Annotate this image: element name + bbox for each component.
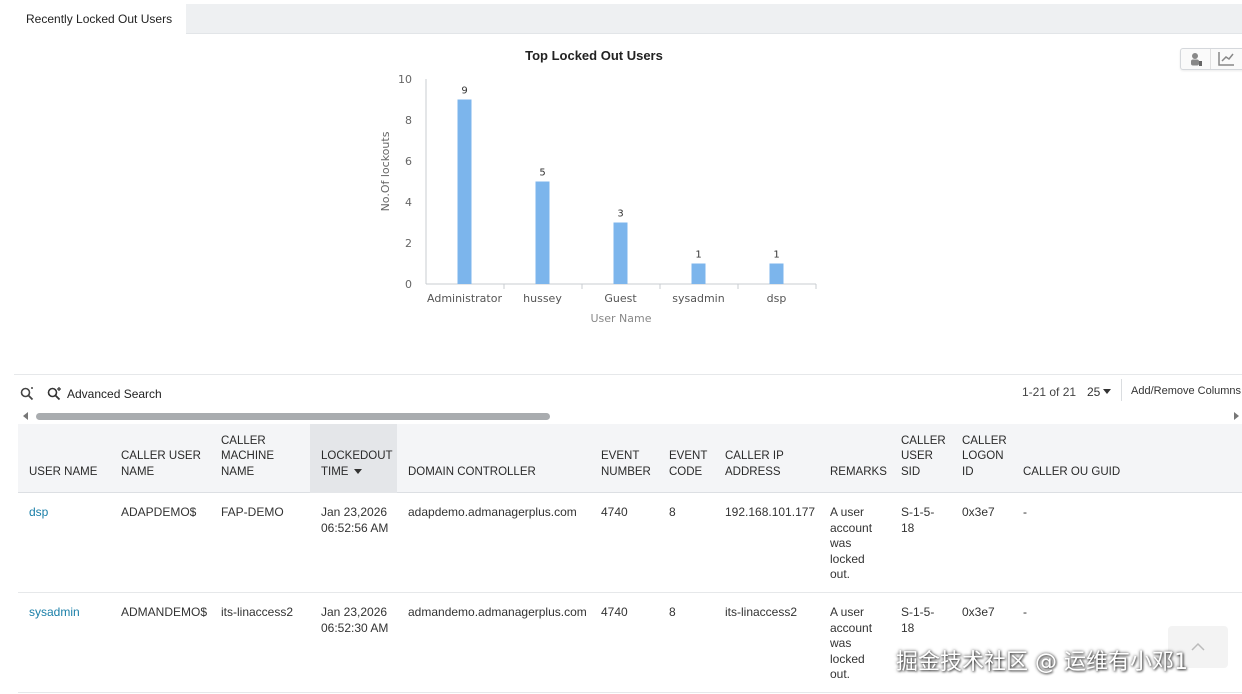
caller-ou-guid-cell: - (1023, 505, 1027, 519)
caller-ip-cell: 192.168.101.177 (725, 505, 816, 519)
column-header-event-number[interactable]: EVENT NUMBER (591, 424, 659, 493)
y-tick-label: 0 (405, 278, 412, 291)
bar-sysadmin (691, 263, 706, 284)
y-tick-label: 8 (405, 114, 412, 127)
toolbar-divider (1121, 379, 1122, 401)
data-label: 1 (773, 250, 779, 261)
domain-controller-cell: admandemo.admanagerplus.com (408, 605, 587, 619)
table-row: dsp ADAPDEMO$ FAP-DEMO Jan 23,2026 06:52… (18, 493, 1242, 593)
column-header-user-name[interactable]: USER NAME (18, 424, 110, 493)
x-tick-label: hussey (523, 292, 562, 305)
domain-controller-cell: adapdemo.admanagerplus.com (408, 505, 577, 519)
column-header-lockedout-time[interactable]: LOCKEDOUT TIME (310, 424, 397, 493)
y-tick-label: 2 (405, 237, 412, 250)
bar-dsp (769, 263, 784, 284)
scroll-right-arrow-icon[interactable] (1234, 412, 1239, 420)
y-axis-title: No.Of lockouts (379, 131, 392, 211)
grid-toolbar: Advanced Search 1-21 of 21 25 Add/Remove… (14, 374, 1242, 408)
column-header-caller-user-sid[interactable]: CALLER USER SID (891, 424, 952, 493)
advanced-search-icon (47, 387, 61, 401)
y-tick-label: 10 (398, 73, 412, 86)
data-label: 5 (539, 168, 545, 179)
horizontal-scrollbar[interactable] (18, 410, 1242, 424)
data-label: 1 (695, 250, 701, 261)
bar-administrator (457, 99, 472, 284)
chart-title: Top Locked Out Users (525, 48, 663, 63)
caller-ou-guid-cell: - (1023, 605, 1027, 619)
event-code-cell: 8 (669, 605, 676, 619)
column-header-event-code[interactable]: EVENT CODE (659, 424, 715, 493)
data-label: 9 (461, 86, 467, 97)
y-tick-label: 4 (405, 196, 412, 209)
caller-machine-name-cell: its-linaccess2 (221, 605, 294, 619)
page-size-select[interactable]: 25 (1087, 385, 1112, 399)
tab-bar-background (186, 4, 1242, 34)
caller-user-name-cell: ADMANDEMO$ (121, 605, 208, 619)
user-name-link[interactable]: sysadmin (29, 605, 80, 621)
advanced-search-button[interactable]: Advanced Search (47, 387, 162, 401)
bar-guest (613, 222, 628, 284)
caller-logon-id-cell: 0x3e7 (962, 605, 995, 619)
remarks-cell: A user account was locked out. (830, 605, 873, 681)
caller-machine-name-cell: FAP-DEMO (221, 505, 284, 519)
tab-recently-locked-out-users[interactable]: Recently Locked Out Users (0, 4, 186, 34)
bar-hussey (535, 181, 550, 284)
lockout-time-cell: Jan 23,2026 06:52:56 AM (321, 505, 389, 535)
column-header-caller-logon-id[interactable]: CALLER LOGON ID (952, 424, 1013, 493)
chart-view-toggle (1180, 48, 1242, 70)
scroll-left-arrow-icon[interactable] (23, 412, 28, 420)
x-tick-label: sysadmin (672, 292, 724, 305)
column-header-remarks[interactable]: REMARKS (819, 424, 891, 493)
table-header: USER NAME CALLER USER NAME CALLER MACHIN… (18, 424, 1242, 493)
caller-logon-id-cell: 0x3e7 (962, 505, 995, 519)
line-chart-icon[interactable] (1211, 49, 1241, 69)
x-tick-label: dsp (767, 292, 787, 305)
caller-user-name-cell: ADAPDEMO$ (121, 505, 197, 519)
x-axis-title: User Name (590, 312, 651, 325)
y-tick-label: 6 (405, 155, 412, 168)
watermark: 掘金技术社区 @ 运维有小邓1 (896, 650, 1188, 675)
column-header-caller-ou-guid[interactable]: CALLER OU GUID (1013, 424, 1242, 493)
page-size-value: 25 (1087, 385, 1101, 399)
remarks-cell: A user account was locked out. (830, 505, 873, 581)
column-header-caller-ip-address[interactable]: CALLER IP ADDRESS (715, 424, 819, 493)
pagination-range: 1-21 of 21 (1022, 385, 1077, 399)
tab-bar: Recently Locked Out Users (0, 0, 1242, 36)
user-name-link[interactable]: dsp (29, 505, 48, 521)
search-icon[interactable] (20, 387, 34, 404)
add-remove-columns-button[interactable]: Add/Remove Columns (1131, 385, 1241, 397)
scrollbar-thumb[interactable] (36, 413, 550, 420)
user-chart-icon[interactable] (1181, 49, 1211, 69)
x-tick-label: Guest (604, 292, 637, 305)
caller-user-sid-cell: S-1-5-18 (901, 505, 935, 535)
sort-descending-icon (354, 468, 363, 474)
column-header-caller-user-name[interactable]: CALLER USER NAME (110, 424, 210, 493)
advanced-search-label: Advanced Search (67, 387, 162, 401)
caller-ip-cell: its-linaccess2 (725, 605, 798, 619)
table-row: sysadmin ADMANDEMO$ its-linaccess2 Jan 2… (18, 593, 1242, 693)
chevron-up-icon (1191, 642, 1205, 651)
data-label: 3 (617, 209, 623, 220)
locked-out-users-bar-chart: 0 2 4 6 8 10 No.Of lockouts 9 Administrator 5 huss… (379, 73, 817, 325)
chevron-down-icon (1103, 389, 1112, 394)
column-header-domain-controller[interactable]: DOMAIN CONTROLLER (397, 424, 591, 493)
event-code-cell: 8 (669, 505, 676, 519)
event-number-cell: 4740 (601, 505, 628, 519)
lockout-time-cell: Jan 23,2026 06:52:30 AM (321, 605, 389, 635)
x-tick-label: Administrator (427, 292, 502, 305)
caller-user-sid-cell: S-1-5-18 (901, 605, 935, 635)
column-header-caller-machine-name[interactable]: CALLER MACHINE NAME (210, 424, 310, 493)
event-number-cell: 4740 (601, 605, 628, 619)
